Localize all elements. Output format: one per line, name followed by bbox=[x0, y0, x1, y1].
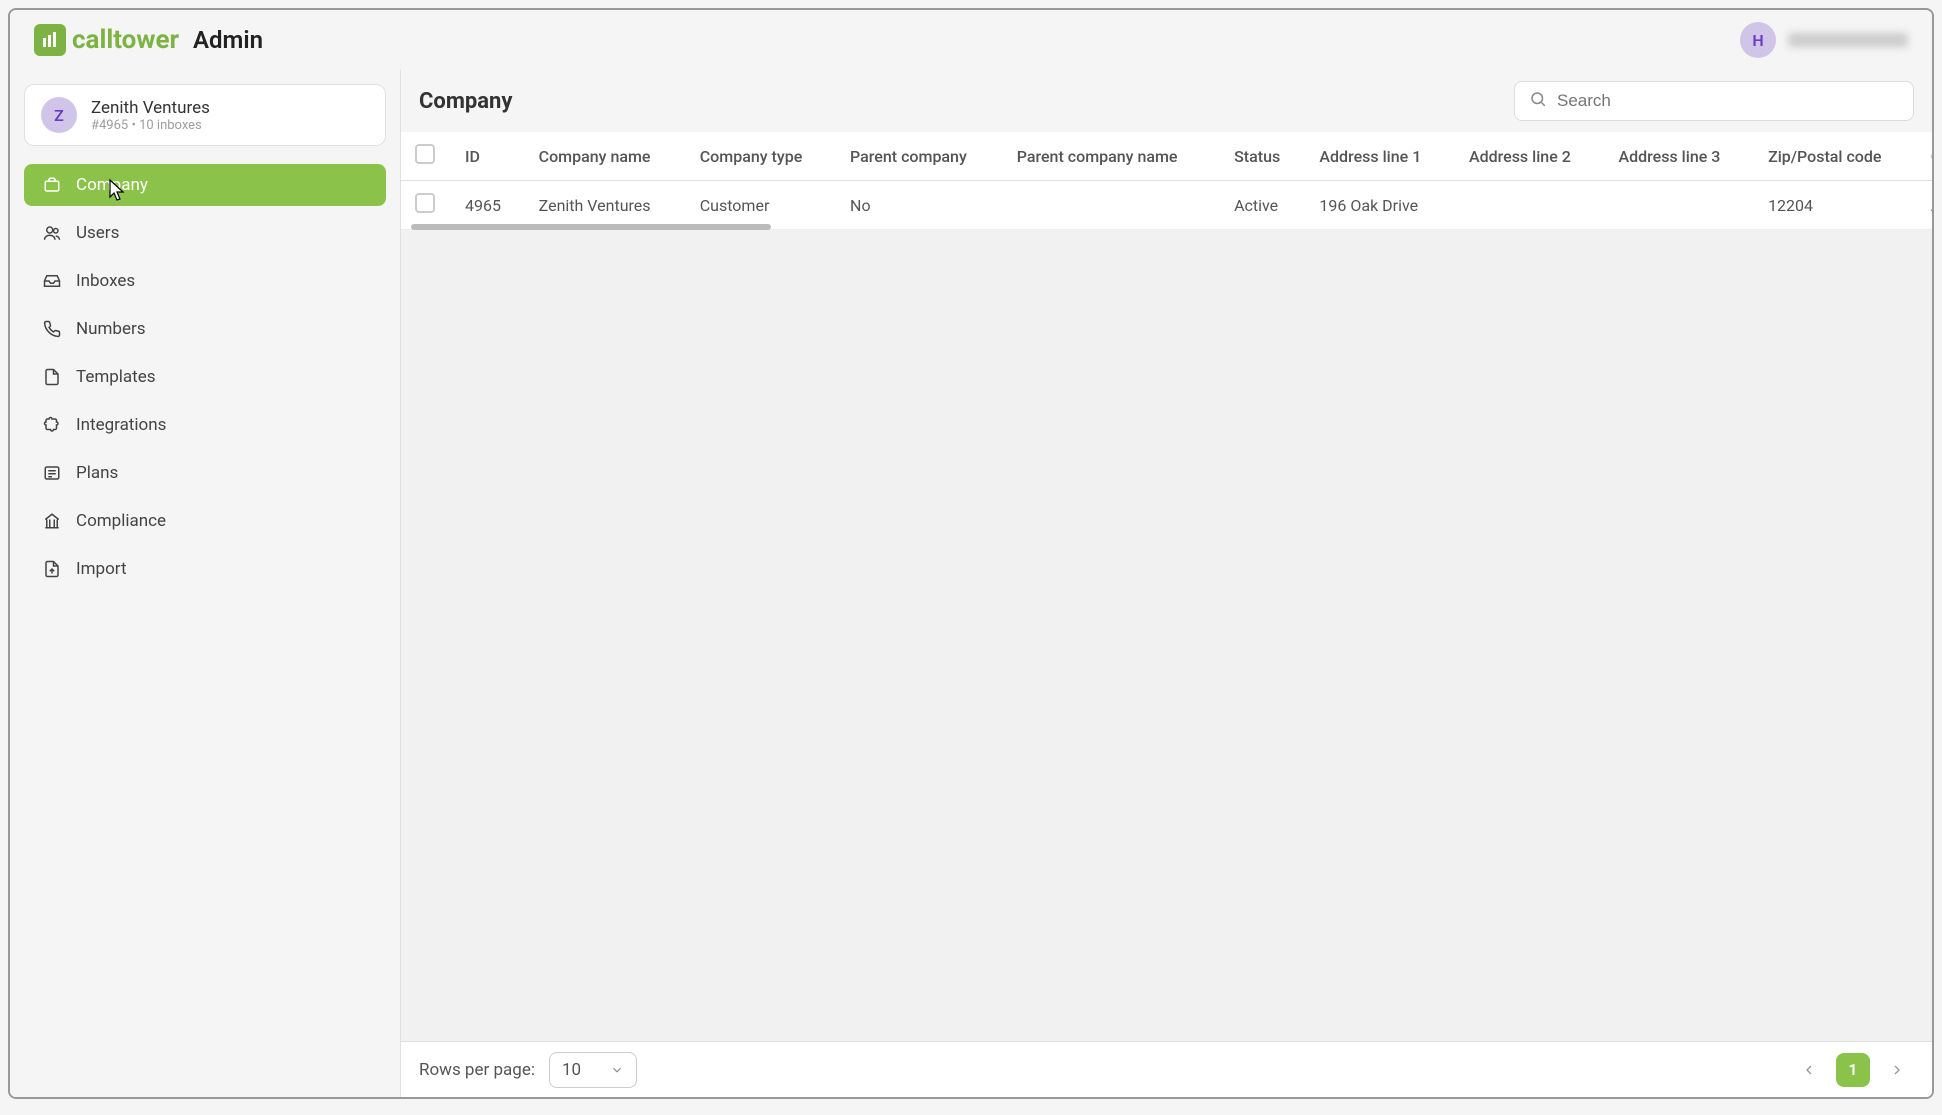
pagination: 1 bbox=[1792, 1053, 1914, 1087]
col-address3[interactable]: Address line 3 bbox=[1605, 132, 1755, 181]
search-icon bbox=[1529, 90, 1547, 112]
sidebar-item-label: Inboxes bbox=[76, 271, 135, 291]
puzzle-icon bbox=[42, 415, 62, 435]
sidebar-item-users[interactable]: Users bbox=[24, 212, 386, 254]
horizontal-scrollbar-handle[interactable] bbox=[411, 224, 771, 230]
sidebar-item-label: Templates bbox=[76, 367, 156, 387]
prev-page-button[interactable] bbox=[1792, 1053, 1826, 1087]
cell-zip: 12204 bbox=[1754, 181, 1917, 230]
sidebar: Z Zenith Ventures #4965 • 10 inboxes Com… bbox=[10, 70, 400, 1097]
brand-logo[interactable]: calltower bbox=[34, 24, 179, 56]
col-address1[interactable]: Address line 1 bbox=[1305, 132, 1455, 181]
rows-per-page-select[interactable]: 10 bbox=[549, 1052, 637, 1088]
sidebar-item-numbers[interactable]: Numbers bbox=[24, 308, 386, 350]
row-checkbox[interactable] bbox=[415, 193, 435, 213]
col-company-name[interactable]: Company name bbox=[525, 132, 686, 181]
select-all-checkbox[interactable] bbox=[415, 144, 435, 164]
company-table: ID Company name Company type Parent comp… bbox=[401, 132, 1932, 230]
user-name-blurred bbox=[1788, 33, 1908, 47]
cell-address3 bbox=[1605, 181, 1755, 230]
chevron-right-icon bbox=[1889, 1062, 1905, 1078]
next-page-button[interactable] bbox=[1880, 1053, 1914, 1087]
briefcase-icon bbox=[42, 175, 62, 195]
main-content: Company ID Company name Company bbox=[400, 70, 1932, 1097]
chevron-down-icon bbox=[610, 1063, 624, 1077]
people-icon bbox=[42, 223, 62, 243]
plan-icon bbox=[42, 463, 62, 483]
sidebar-item-label: Numbers bbox=[76, 319, 146, 339]
search-input[interactable] bbox=[1557, 91, 1899, 111]
col-zip[interactable]: Zip/Postal code bbox=[1754, 132, 1917, 181]
col-status[interactable]: Status bbox=[1220, 132, 1305, 181]
company-card-name: Zenith Ventures bbox=[91, 98, 210, 118]
brand-name: calltower bbox=[72, 25, 179, 55]
col-city[interactable]: City bbox=[1917, 132, 1932, 181]
sidebar-item-label: Compliance bbox=[76, 511, 166, 531]
admin-label: Admin bbox=[193, 26, 263, 54]
brand-logo-icon bbox=[34, 24, 66, 56]
company-card-sub: #4965 • 10 inboxes bbox=[91, 118, 210, 133]
sidebar-item-label: Company bbox=[76, 175, 148, 195]
col-address2[interactable]: Address line 2 bbox=[1455, 132, 1605, 181]
col-parent-company-name[interactable]: Parent company name bbox=[1003, 132, 1220, 181]
col-parent-company[interactable]: Parent company bbox=[836, 132, 1003, 181]
cell-company-name: Zenith Ventures bbox=[525, 181, 686, 230]
cell-id: 4965 bbox=[451, 181, 525, 230]
col-company-type[interactable]: Company type bbox=[686, 132, 836, 181]
sidebar-item-label: Import bbox=[76, 559, 127, 579]
company-avatar: Z bbox=[41, 97, 77, 133]
cell-address1: 196 Oak Drive bbox=[1305, 181, 1455, 230]
cell-parent-company: No bbox=[836, 181, 1003, 230]
empty-area bbox=[401, 230, 1932, 1041]
inbox-icon bbox=[42, 271, 62, 291]
sidebar-item-label: Integrations bbox=[76, 415, 166, 435]
topbar: calltower Admin H bbox=[10, 10, 1932, 70]
sidebar-item-integrations[interactable]: Integrations bbox=[24, 404, 386, 446]
user-avatar[interactable]: H bbox=[1740, 22, 1776, 58]
sidebar-item-import[interactable]: Import bbox=[24, 548, 386, 590]
file-icon bbox=[42, 367, 62, 387]
sidebar-item-compliance[interactable]: Compliance bbox=[24, 500, 386, 542]
bank-icon bbox=[42, 511, 62, 531]
company-card[interactable]: Z Zenith Ventures #4965 • 10 inboxes bbox=[24, 84, 386, 146]
cell-parent-company-name bbox=[1003, 181, 1220, 230]
sidebar-item-plans[interactable]: Plans bbox=[24, 452, 386, 494]
sidebar-item-label: Users bbox=[76, 223, 119, 243]
sidebar-item-inboxes[interactable]: Inboxes bbox=[24, 260, 386, 302]
col-id[interactable]: ID bbox=[451, 132, 525, 181]
cell-company-type: Customer bbox=[686, 181, 836, 230]
sidebar-item-templates[interactable]: Templates bbox=[24, 356, 386, 398]
cell-city: Albany bbox=[1917, 181, 1932, 230]
upload-icon bbox=[42, 559, 62, 579]
search-wrap[interactable] bbox=[1514, 81, 1914, 121]
chevron-left-icon bbox=[1801, 1062, 1817, 1078]
table-row[interactable]: 4965 Zenith Ventures Customer No Active … bbox=[401, 181, 1932, 230]
page-1-button[interactable]: 1 bbox=[1836, 1053, 1870, 1087]
rows-per-page-label: Rows per page: bbox=[419, 1060, 535, 1080]
phone-icon bbox=[42, 319, 62, 339]
cell-address2 bbox=[1455, 181, 1605, 230]
cell-status: Active bbox=[1220, 181, 1305, 230]
table-container: ID Company name Company type Parent comp… bbox=[401, 132, 1932, 230]
page-title: Company bbox=[419, 89, 512, 114]
sidebar-item-label: Plans bbox=[76, 463, 118, 483]
table-footer: Rows per page: 10 1 bbox=[401, 1041, 1932, 1097]
sidebar-item-company[interactable]: Company bbox=[24, 164, 386, 206]
